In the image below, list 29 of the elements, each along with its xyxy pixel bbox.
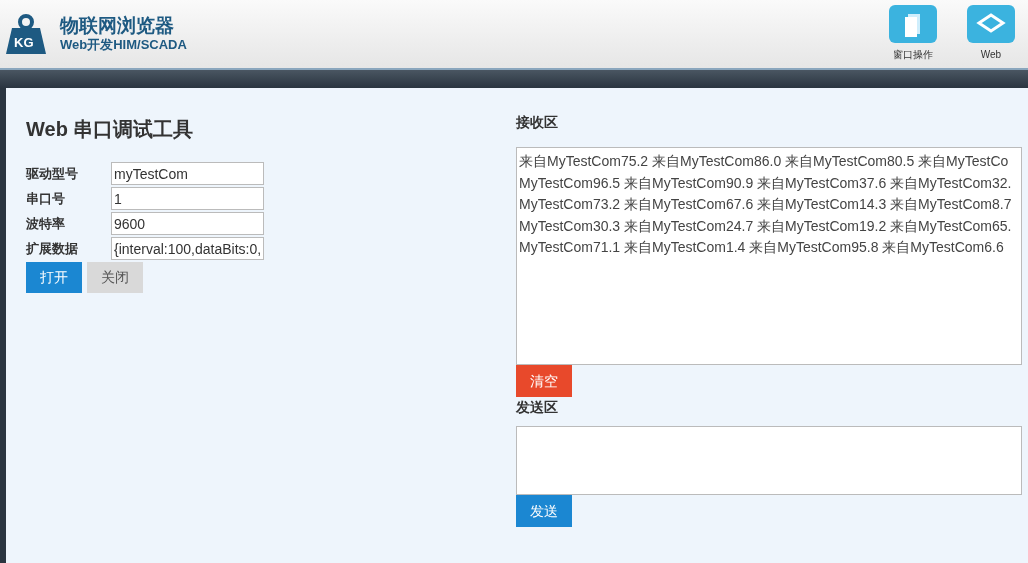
received-line: MyTestCom30.3 来自MyTestCom24.7 来自MyTestCom19.2 来自MyTestCom65. bbox=[519, 216, 1012, 236]
kettlebell-logo-icon bbox=[4, 12, 48, 56]
received-line: MyTestCom71.1 来自MyTestCom1.4 来自MyTestCom95.8 来自MyTestCom6.6 bbox=[519, 238, 1004, 257]
tool-title: Web 串口调试工具 bbox=[26, 117, 195, 142]
text-field[interactable]: 1 bbox=[111, 187, 264, 210]
field-label: 驱动型号 bbox=[26, 164, 79, 183]
open-button[interactable]: 打开 bbox=[26, 262, 82, 293]
clear-button[interactable]: 清空 bbox=[516, 365, 572, 397]
received-line: MyTestCom73.2 来自MyTestCom67.6 来自MyTestCom14.3 来自MyTestCom8.7 bbox=[519, 195, 1012, 214]
send-field[interactable] bbox=[516, 426, 1022, 495]
toolbar-button[interactable]: Web bbox=[956, 5, 1026, 62]
field-label: 波特率 bbox=[26, 214, 66, 233]
text-field[interactable]: {interval:100,dataBits:0, bbox=[111, 237, 264, 260]
send-title: 发送区 bbox=[516, 398, 558, 417]
field-label: 串口号 bbox=[26, 189, 66, 208]
field-label: 扩展数据 bbox=[26, 239, 79, 258]
app-subtitle: Web开发HIM/SCADA bbox=[60, 37, 187, 53]
app-title: 物联网浏览器 bbox=[60, 15, 175, 37]
text-field[interactable]: 9600 bbox=[111, 212, 264, 235]
receive-title: 接收区 bbox=[516, 113, 558, 132]
toolbar-button[interactable]: 窗口操作 bbox=[878, 5, 948, 62]
received-line: 来自MyTestCom75.2 来自MyTestCom86.0 来自MyTestCom80.5 来自MyTestCo bbox=[519, 152, 1009, 171]
pages-icon bbox=[889, 5, 937, 43]
box-icon bbox=[967, 5, 1015, 43]
close-button[interactable]: 关闭 bbox=[87, 262, 143, 293]
send-button[interactable]: 发送 bbox=[516, 495, 572, 527]
received-line: MyTestCom96.5 来自MyTestCom90.9 来自MyTestCom37.6 来自MyTestCom32. bbox=[519, 173, 1012, 193]
text-field[interactable]: myTestCom bbox=[111, 162, 264, 185]
logo-text: KG bbox=[14, 34, 35, 53]
